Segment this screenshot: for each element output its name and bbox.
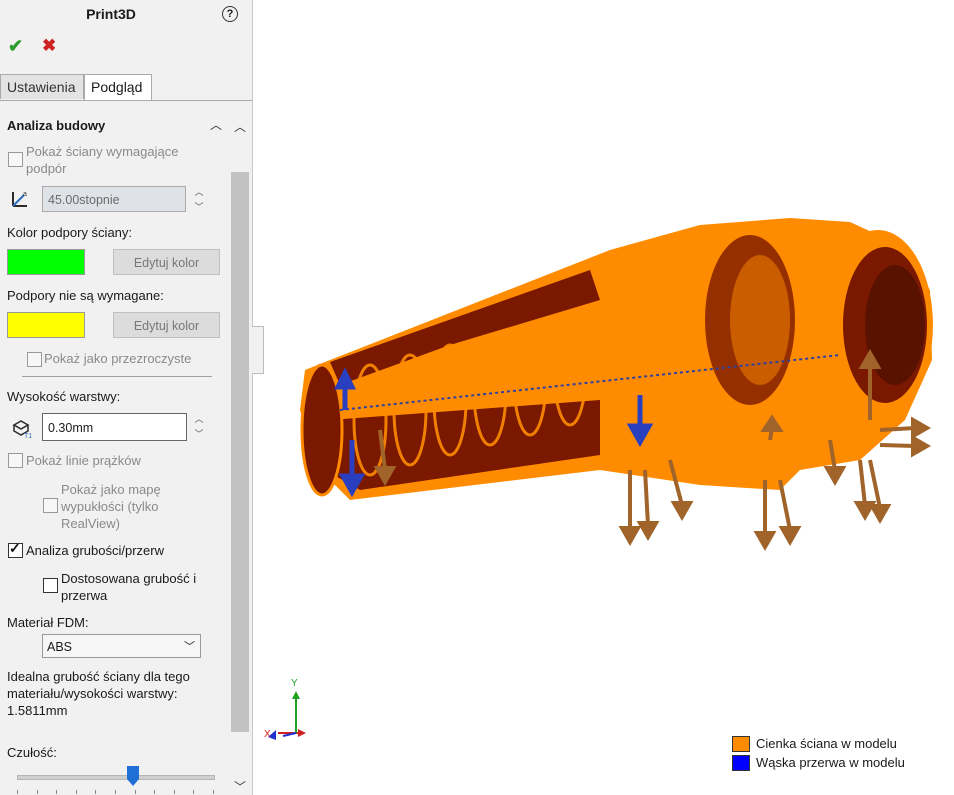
panel-collapse-handle[interactable]	[252, 326, 264, 374]
svg-text:T1: T1	[24, 433, 32, 439]
thickness-analysis-checkbox[interactable]	[8, 540, 23, 558]
legend-label: Wąska przerwa w modelu	[756, 755, 905, 770]
arrow	[636, 469, 660, 542]
arrow	[879, 434, 932, 458]
thickness-analysis-label: Analiza grubości/przerw	[26, 543, 165, 558]
custom-thickness-checkbox[interactable]	[43, 578, 58, 593]
ideal-thickness-text: Idealna grubość ściany dla tego materiał…	[7, 669, 190, 718]
ok-check-icon[interactable]: ✔	[8, 36, 23, 57]
material-value: ABS	[47, 640, 73, 654]
show-support-faces-checkbox[interactable]	[8, 152, 23, 167]
show-transparent-checkbox[interactable]	[27, 352, 42, 367]
triad-y-label: Y	[291, 678, 298, 689]
model-3d[interactable]	[300, 218, 933, 500]
section-title: Analiza budowy	[7, 118, 106, 133]
show-transparent-label: Pokaż jako przezroczyste	[44, 351, 192, 366]
layer-height-label: Wysokość warstwy:	[7, 389, 121, 404]
slider-tick	[75, 790, 77, 794]
arrow	[618, 470, 642, 547]
edit-no-support-color-button[interactable]: Edytuj kolor	[113, 312, 220, 338]
custom-thickness-label: Dostosowana grubość i przerwa	[61, 571, 197, 603]
layer-height-input[interactable]: 0.30mm	[42, 413, 187, 441]
tab-settings[interactable]: Ustawienia	[0, 74, 84, 99]
tab-preview[interactable]: Podgląd	[84, 74, 152, 100]
slider-tick	[95, 790, 97, 794]
show-stripes-label: Pokaż linie prążków	[26, 453, 141, 468]
panel-content: Analiza budowy ︿ Pokaż ściany wymagające…	[0, 108, 228, 795]
layer-height-icon: T1	[11, 417, 33, 442]
cancel-x-icon[interactable]: ✖	[42, 36, 56, 56]
collapse-chevron-up-icon[interactable]: ︿	[210, 116, 222, 133]
arrow	[778, 479, 802, 547]
support-color-label: Kolor podpory ściany:	[7, 225, 133, 240]
material-select[interactable]: ABS ﹀	[42, 634, 201, 658]
slider-tick	[36, 790, 38, 794]
model-mid-coil-inner	[730, 255, 790, 385]
edit-support-color-button[interactable]: Edytuj kolor	[113, 249, 220, 275]
sensitivity-label: Czułość:	[7, 745, 57, 760]
show-curvature-checkbox[interactable]	[43, 498, 58, 513]
panel-scrollbar[interactable]: ︿ ﹀	[230, 118, 250, 795]
sensitivity-ticks	[17, 790, 214, 794]
overhang-angle-input[interactable]: 45.00stopnie	[42, 186, 186, 212]
slider-tick	[213, 790, 214, 794]
slider-tick	[17, 790, 18, 794]
legend-label: Cienka ściana w modelu	[756, 736, 897, 751]
slider-tick	[134, 790, 136, 794]
scroll-up-icon[interactable]: ︿	[234, 118, 246, 135]
slider-tick	[56, 790, 58, 794]
panel-title: Print3D	[86, 6, 136, 22]
slider-tick	[115, 790, 116, 794]
axis-triad	[268, 691, 306, 740]
model-left-opening	[300, 363, 344, 497]
legend-swatch-orange	[732, 736, 750, 752]
no-support-color-swatch	[7, 312, 85, 338]
help-icon[interactable]: ?	[222, 6, 238, 22]
layer-spin-up-icon[interactable]: ︿	[193, 412, 205, 425]
tab-bar: Ustawienia Podgląd	[0, 74, 252, 101]
angle-spin-down-icon[interactable]: ﹀	[193, 200, 205, 213]
svg-text:a: a	[23, 191, 27, 198]
slider-tick	[193, 790, 195, 794]
scrollbar-thumb[interactable]	[231, 172, 249, 732]
show-curvature-label: Pokaż jako mapę wypukłości (tylko RealVi…	[61, 482, 161, 531]
arrow	[868, 459, 892, 525]
show-support-faces-label: Pokaż ściany wymagające podpór	[26, 144, 179, 176]
legend-swatch-blue	[732, 755, 750, 771]
print3d-panel: Print3D ? ✔ ✖ Ustawienia Podgląd Analiza…	[0, 0, 253, 795]
slider-tick	[173, 790, 175, 794]
arrow	[753, 480, 777, 552]
no-support-label: Podpory nie są wymagane:	[7, 288, 164, 303]
sensitivity-slider-thumb[interactable]	[126, 766, 139, 786]
material-label: Materiał FDM:	[7, 615, 89, 630]
angle-spin-up-icon[interactable]: ︿	[193, 185, 205, 198]
slider-tick	[154, 790, 156, 794]
overhang-angle-icon: a	[9, 188, 31, 213]
support-color-swatch	[7, 249, 85, 275]
sensitivity-track	[17, 775, 215, 780]
scroll-down-icon[interactable]: ﹀	[234, 778, 246, 795]
section-divider	[22, 376, 212, 377]
show-stripes-checkbox[interactable]	[8, 453, 23, 468]
chevron-down-icon: ﹀	[184, 641, 195, 653]
layer-spin-down-icon[interactable]: ﹀	[193, 427, 205, 440]
triad-x-label: X	[264, 729, 271, 740]
